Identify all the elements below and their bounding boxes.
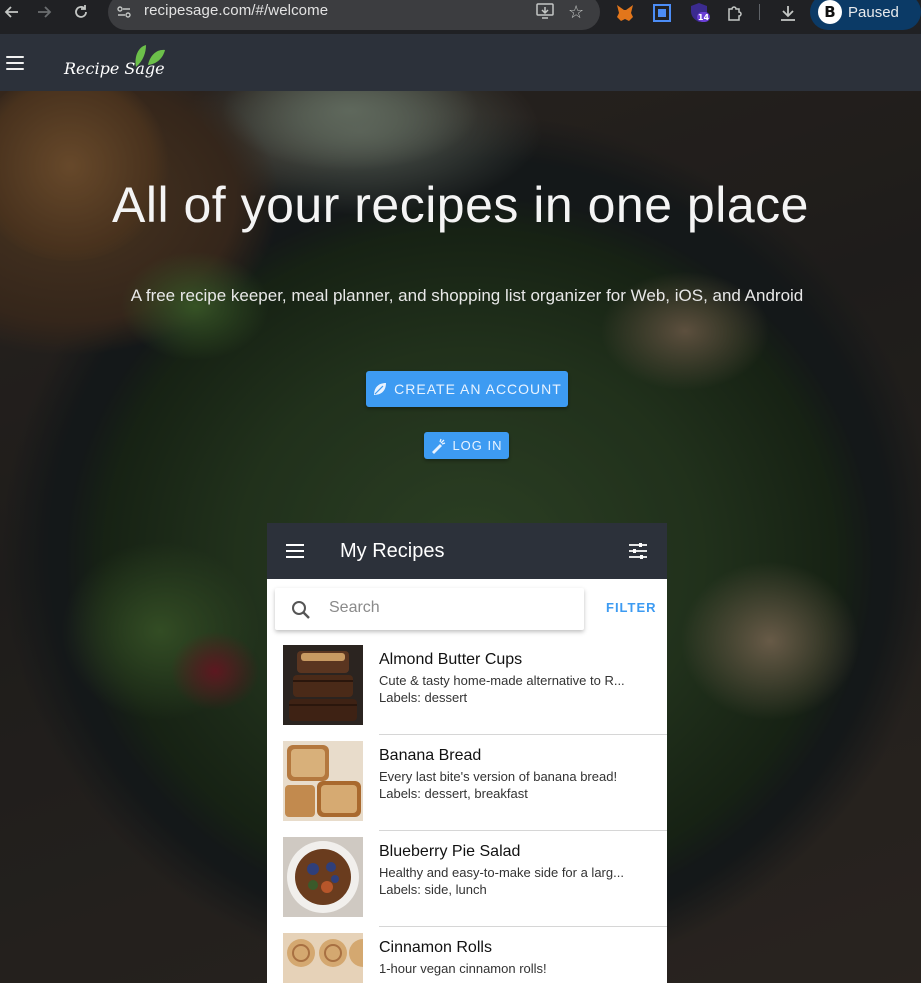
create-account-label: CREATE AN ACCOUNT <box>394 381 562 397</box>
recipe-sage-logo[interactable]: Recipe Sage <box>62 42 166 86</box>
recipe-labels: Labels: dessert, breakfast <box>379 786 528 801</box>
filter-button[interactable]: FILTER <box>606 600 657 615</box>
profile-avatar: B <box>818 0 842 24</box>
hero-section: All of your recipes in one place A free … <box>0 91 921 983</box>
hero-subtitle: A free recipe keeper, meal planner, and … <box>130 286 804 305</box>
url-text[interactable]: recipesage.com/#/welcome <box>144 2 328 19</box>
back-arrow-icon[interactable] <box>0 0 24 24</box>
install-app-icon[interactable] <box>536 3 554 19</box>
recipe-labels: Labels: side, lunch <box>379 882 487 897</box>
bookmark-star-icon[interactable]: ☆ <box>568 2 584 23</box>
app-preview-card: My Recipes FILTER <box>267 523 667 983</box>
recipe-thumbnail <box>283 933 363 983</box>
login-button[interactable]: LOG IN <box>424 432 509 459</box>
recipe-title: Banana Bread <box>379 747 482 764</box>
download-icon[interactable] <box>777 2 799 24</box>
list-item[interactable]: Cinnamon Rolls 1-hour vegan cinnamon rol… <box>267 927 667 983</box>
carrot-icon <box>432 438 446 454</box>
list-item[interactable]: Almond Butter Cups Cute & tasty home-mad… <box>267 639 667 735</box>
extensions-puzzle-icon[interactable] <box>724 2 746 24</box>
recipe-thumbnail <box>283 741 363 821</box>
profile-button[interactable]: B Paused <box>810 0 921 30</box>
login-label: LOG IN <box>452 438 503 453</box>
site-info-icon[interactable] <box>116 4 132 20</box>
recipe-description: Healthy and easy-to-make side for a larg… <box>379 865 624 880</box>
profile-status-label: Paused <box>848 4 899 21</box>
extension-badge-count: 14 <box>698 13 710 22</box>
search-box[interactable] <box>275 588 584 630</box>
metamask-extension-icon[interactable] <box>614 2 636 24</box>
extension-badge-icon[interactable]: 14 <box>688 2 710 24</box>
list-item[interactable]: Blueberry Pie Salad Healthy and easy-to-… <box>267 831 667 927</box>
app-header: Recipe Sage <box>0 34 921 91</box>
recipe-list: Almond Butter Cups Cute & tasty home-mad… <box>267 639 667 983</box>
recipe-description: Every last bite's version of banana brea… <box>379 769 618 784</box>
preview-toolbar: My Recipes <box>267 523 667 579</box>
recipe-title: Almond Butter Cups <box>379 651 523 668</box>
preview-menu-icon <box>286 544 304 558</box>
preview-title: My Recipes <box>340 540 445 562</box>
recipe-description: Cute & tasty home-made alternative to R.… <box>379 673 625 688</box>
screen-capture-extension-icon[interactable] <box>651 2 673 24</box>
search-icon <box>292 601 310 619</box>
list-item[interactable]: Banana Bread Every last bite's version o… <box>267 735 667 831</box>
recipe-title: Cinnamon Rolls <box>379 939 492 956</box>
recipe-description: 1-hour vegan cinnamon rolls! <box>379 961 547 976</box>
options-sliders-icon <box>629 543 647 559</box>
reload-icon[interactable] <box>69 0 93 24</box>
recipe-labels: Labels: dessert <box>379 690 468 705</box>
browser-toolbar: recipesage.com/#/welcome ☆ 14 B Paused <box>0 0 921 34</box>
recipe-thumbnail <box>283 645 363 725</box>
recipe-thumbnail <box>283 837 363 917</box>
menu-icon[interactable] <box>6 56 24 70</box>
hero-title: All of your recipes in one place <box>112 177 809 233</box>
search-input[interactable] <box>329 599 569 617</box>
toolbar-divider <box>759 4 760 20</box>
address-bar[interactable]: recipesage.com/#/welcome ☆ <box>108 0 600 30</box>
leaf-icon <box>374 383 387 395</box>
create-account-button[interactable]: CREATE AN ACCOUNT <box>366 371 568 407</box>
forward-arrow-icon[interactable] <box>32 0 56 24</box>
recipe-title: Blueberry Pie Salad <box>379 843 521 860</box>
leaf-logo-icon <box>135 45 165 67</box>
